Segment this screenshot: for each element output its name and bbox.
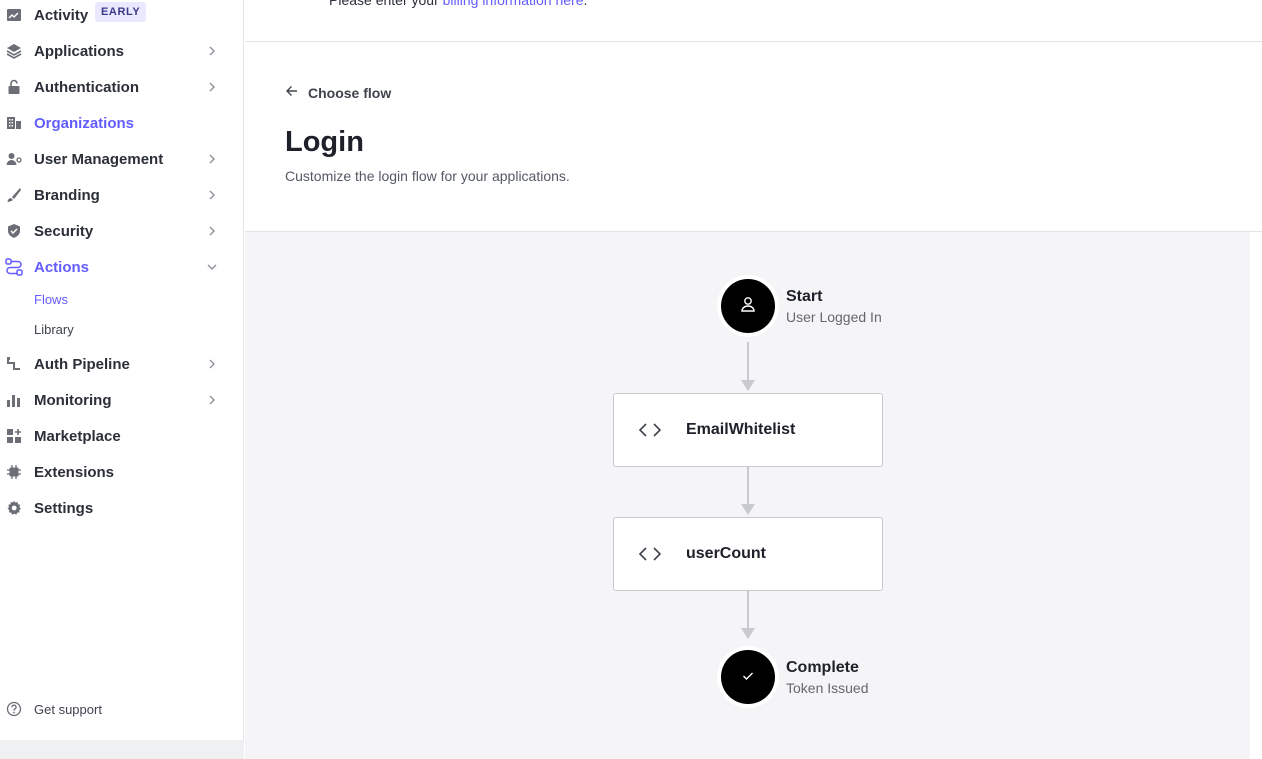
sidebar: Activity EARLY Applications Authenticati… [0,0,244,759]
main-content: Please enter your billing information he… [245,0,1262,759]
users-icon [5,150,23,168]
banner-prefix: Please enter your [329,0,443,8]
code-icon [638,545,662,563]
sidebar-item-activity[interactable]: Activity EARLY [0,0,244,33]
sidebar-item-label: Settings [34,499,94,517]
sidebar-item-label: Extensions [34,463,115,481]
sidebar-item-label: Marketplace [34,427,121,445]
sidebar-item-label: Actions [34,258,90,276]
flow-connector [747,467,749,507]
sidebar-item-branding[interactable]: Branding [0,177,244,213]
bar-chart-icon [5,391,23,409]
complete-title: Complete [786,659,859,676]
sidebar-item-marketplace[interactable]: Marketplace [0,418,244,454]
billing-banner-text: Please enter your billing information he… [329,0,587,8]
get-support-label: Get support [34,701,102,717]
check-icon [742,668,754,686]
sidebar-item-label: Branding [34,186,100,204]
flow-action-card[interactable]: userCount [613,517,883,591]
chevron-right-icon [206,45,218,57]
page-subtitle: Customize the login flow for your applic… [285,168,570,184]
help-circle-icon [5,700,23,718]
chevron-right-icon [206,225,218,237]
sidebar-subitem-flows[interactable]: Flows [34,292,68,307]
gear-icon [5,499,23,517]
page-header: Choose flow Login Customize the login fl… [245,42,1262,232]
lock-icon [5,78,23,96]
sidebar-item-label: Organizations [34,114,135,132]
brush-icon [5,186,23,204]
arrow-down-icon [741,380,755,391]
building-icon [5,114,23,132]
page-title: Login [285,126,364,158]
user-icon [739,295,757,318]
flow-canvas: Start User Logged In EmailWhitelist user… [245,232,1250,759]
early-badge: EARLY [95,2,147,22]
sidebar-item-label: User Management [34,150,164,168]
sidebar-item-settings[interactable]: Settings [0,490,244,526]
activity-icon [5,6,23,24]
actions-icon [5,258,23,276]
complete-subtitle: Token Issued [786,680,869,696]
start-subtitle: User Logged In [786,309,882,325]
pipeline-icon [5,355,23,373]
banner-suffix: . [583,0,588,8]
sidebar-item-label: Auth Pipeline [34,355,130,373]
chevron-right-icon [206,358,218,370]
complete-node [721,650,775,704]
sidebar-item-applications[interactable]: Applications [0,33,244,69]
start-node [721,279,775,333]
flow-action-label: userCount [686,545,766,562]
choose-flow-link[interactable]: Choose flow [285,84,391,102]
code-icon [638,421,662,439]
layers-icon [5,42,23,60]
sidebar-subitem-library[interactable]: Library [34,322,74,337]
chevron-right-icon [206,153,218,165]
start-title: Start [786,288,823,305]
chevron-right-icon [206,394,218,406]
sidebar-item-label: Security [34,222,94,240]
arrow-down-icon [741,504,755,515]
sidebar-item-actions[interactable]: Actions [0,249,244,285]
sidebar-item-authentication[interactable]: Authentication [0,69,244,105]
get-support-link[interactable]: Get support [0,697,244,721]
sidebar-item-label: Applications [34,42,125,60]
arrow-down-icon [741,628,755,639]
shield-icon [5,222,23,240]
chevron-right-icon [206,189,218,201]
flow-action-card[interactable]: EmailWhitelist [613,393,883,467]
billing-banner: Please enter your billing information he… [245,0,1262,42]
marketplace-icon [5,427,23,445]
sidebar-item-user-management[interactable]: User Management [0,141,244,177]
sidebar-item-extensions[interactable]: Extensions [0,454,244,490]
choose-flow-label: Choose flow [308,85,392,101]
flow-connector [747,342,749,382]
sidebar-item-organizations[interactable]: Organizations [0,105,244,141]
flow-action-label: EmailWhitelist [686,421,796,438]
chevron-right-icon [206,81,218,93]
sidebar-item-auth-pipeline[interactable]: Auth Pipeline [0,346,244,382]
sidebar-item-label: Monitoring [34,391,112,409]
arrow-left-icon [285,84,299,103]
sidebar-footer [0,740,244,759]
sidebar-item-security[interactable]: Security [0,213,244,249]
sidebar-item-label: Activity [34,6,89,24]
chevron-down-icon [206,261,218,273]
extensions-icon [5,463,23,481]
sidebar-item-monitoring[interactable]: Monitoring [0,382,244,418]
flow-connector [747,591,749,630]
billing-link[interactable]: billing information here [443,0,584,8]
sidebar-item-label: Authentication [34,78,139,96]
